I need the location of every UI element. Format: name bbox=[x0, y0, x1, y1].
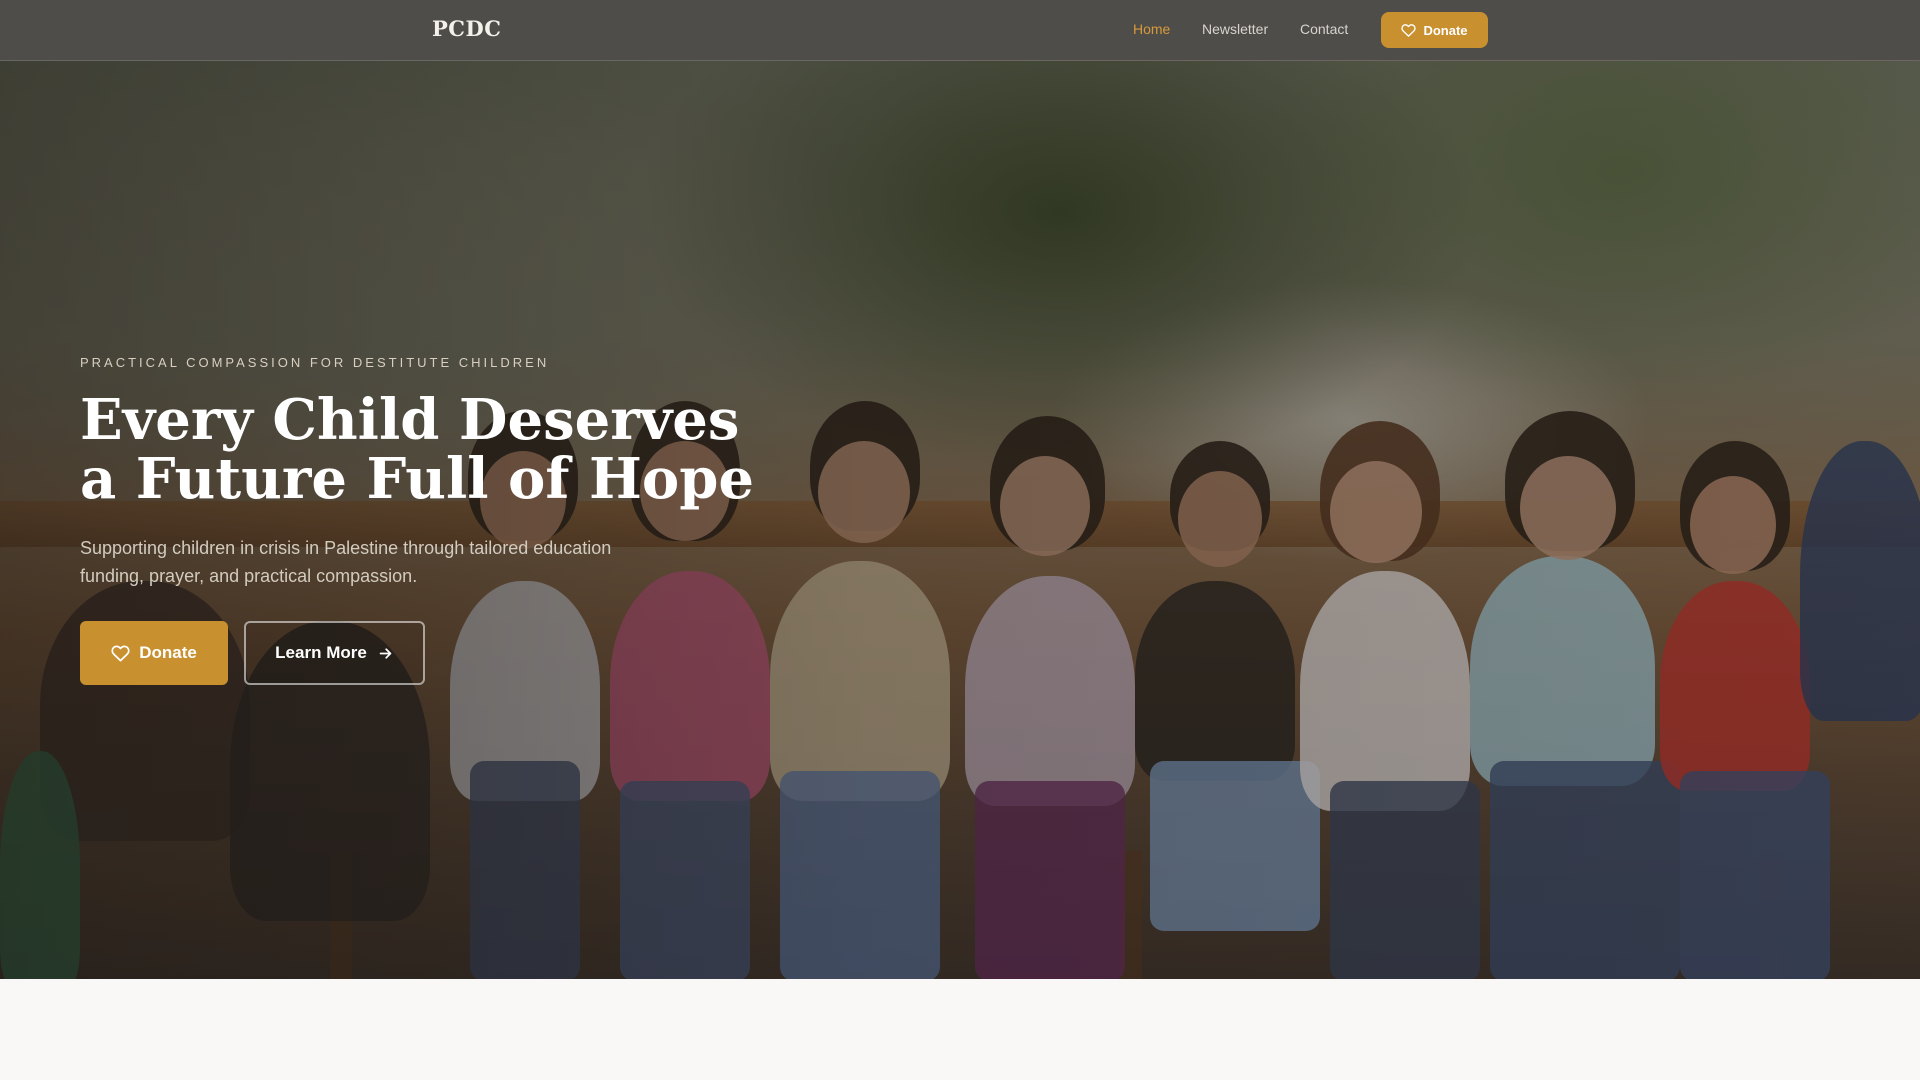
hero-overlay bbox=[0, 61, 1920, 979]
hero-subtext: Supporting children in crisis in Palesti… bbox=[80, 538, 612, 586]
site-logo[interactable]: PCDC bbox=[432, 16, 501, 41]
heart-icon bbox=[1401, 23, 1417, 37]
nav-donate-button[interactable]: Donate bbox=[1381, 12, 1488, 48]
nav-link-newsletter[interactable]: Newsletter bbox=[1202, 21, 1268, 37]
hero-section: PRACTICAL COMPASSION FOR DESTITUTE CHILD… bbox=[0, 61, 1920, 979]
learn-more-button[interactable]: Learn More bbox=[244, 621, 425, 685]
nav-link-home[interactable]: Home bbox=[1133, 21, 1170, 37]
arrow-right-icon bbox=[379, 647, 392, 659]
nav-link-contact[interactable]: Contact bbox=[1300, 21, 1348, 37]
content-section bbox=[0, 979, 1920, 1080]
heart-icon bbox=[111, 645, 130, 661]
hero-headline: Every Child Deserves a Future Full of Ho… bbox=[80, 387, 754, 512]
hero-eyebrow: PRACTICAL COMPASSION FOR DESTITUTE CHILD… bbox=[80, 355, 550, 370]
hero-donate-button[interactable]: Donate bbox=[80, 621, 228, 685]
hero-donate-label: Donate bbox=[139, 643, 197, 662]
nav-donate-label: Donate bbox=[1423, 22, 1468, 38]
learn-more-label: Learn More bbox=[275, 643, 367, 662]
navbar: PCDC Home Newsletter Contact Donate bbox=[0, 0, 1920, 61]
